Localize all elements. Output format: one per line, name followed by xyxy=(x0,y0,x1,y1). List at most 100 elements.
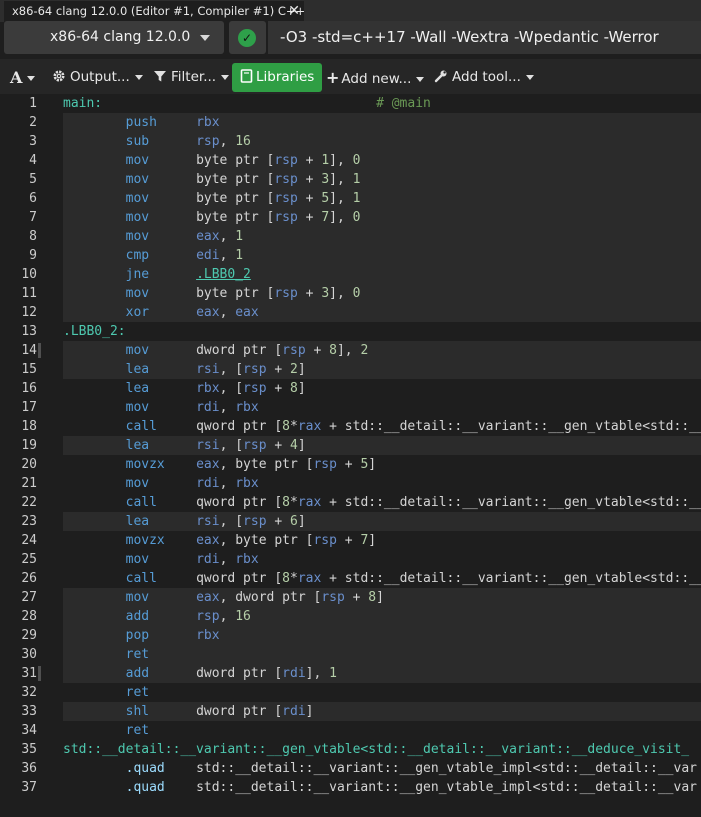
line-number: 27 xyxy=(21,590,37,605)
line-number: 7 xyxy=(29,210,37,225)
asm-line[interactable]: 4 mov byte ptr [rsp + 1], 0 xyxy=(0,151,701,170)
asm-line[interactable]: 10 jne .LBB0_2 xyxy=(0,265,701,284)
asm-line[interactable]: 8 mov eax, 1 xyxy=(0,227,701,246)
line-marker xyxy=(38,343,41,358)
asm-line[interactable]: 34 ret xyxy=(0,721,701,740)
add-tool-button[interactable]: Add tool... xyxy=(434,63,534,92)
asm-line[interactable]: 15 lea rsi, [rsp + 2] xyxy=(0,360,701,379)
asm-code: call qword ptr [8*rax + std::__detail::_… xyxy=(125,419,701,434)
asm-code: pop rbx xyxy=(125,628,220,643)
asm-code: call qword ptr [8*rax + std::__detail::_… xyxy=(125,495,701,510)
asm-line[interactable]: 3 sub rsp, 16 xyxy=(0,132,701,151)
line-number: 9 xyxy=(29,248,37,263)
asm-line[interactable]: 13 .LBB0_2: xyxy=(0,322,701,341)
asm-line[interactable]: 2 push rbx xyxy=(0,113,701,132)
output-button[interactable]: Output... xyxy=(52,63,143,92)
line-marker xyxy=(38,666,41,681)
compiler-options-input[interactable]: -O3 -std=c++17 -Wall -Wextra -Wpedantic … xyxy=(268,21,701,54)
line-number: 4 xyxy=(29,153,37,168)
line-number: 25 xyxy=(21,552,37,567)
tab-title: x86-64 clang 12.0.0 (Editor #1, Compiler… xyxy=(12,4,306,18)
asm-code: lea rsi, [rsp + 4] xyxy=(125,438,306,453)
line-number: 33 xyxy=(21,704,37,719)
line-highlight xyxy=(63,645,701,664)
asm-line[interactable]: 17 mov rdi, rbx xyxy=(0,398,701,417)
asm-code: sub rsp, 16 xyxy=(125,134,251,149)
asm-line[interactable]: 21 mov rdi, rbx xyxy=(0,474,701,493)
asm-code: add dword ptr [rdi], 1 xyxy=(125,666,337,681)
asm-line[interactable]: 37 .quad std::__detail::__variant::__gen… xyxy=(0,778,701,797)
line-number: 1 xyxy=(29,96,37,111)
asm-line[interactable]: 36 .quad std::__detail::__variant::__gen… xyxy=(0,759,701,778)
add-new-button[interactable]: + Add new... xyxy=(326,63,425,92)
line-number: 29 xyxy=(21,628,37,643)
asm-code: lea rsi, [rsp + 2] xyxy=(125,362,306,377)
asm-line[interactable]: 27 mov eax, dword ptr [rsp + 8] xyxy=(0,588,701,607)
close-icon[interactable]: ✕ xyxy=(288,1,300,22)
gear-icon xyxy=(53,70,65,82)
line-number: 18 xyxy=(21,419,37,434)
asm-line[interactable]: 33 shl dword ptr [rdi] xyxy=(0,702,701,721)
asm-line[interactable]: 30 ret xyxy=(0,645,701,664)
asm-code: push rbx xyxy=(125,115,220,130)
compiler-select[interactable]: x86-64 clang 12.0.0 xyxy=(4,21,224,54)
asm-line[interactable]: 18 call qword ptr [8*rax + std::__detail… xyxy=(0,417,701,436)
plus-icon: + xyxy=(326,68,340,87)
asm-code: mov byte ptr [rsp + 3], 1 xyxy=(125,172,361,187)
asm-line[interactable]: 29 pop rbx xyxy=(0,626,701,645)
asm-code: mov byte ptr [rsp + 3], 0 xyxy=(125,286,361,301)
assembly-output-pane[interactable]: 1 main: # @main 2 push rbx 3 sub rsp, 16 4 m… xyxy=(0,94,701,817)
line-number: 5 xyxy=(29,172,37,187)
add-new-label: Add new... xyxy=(341,71,412,87)
asm-code: mov rdi, rbx xyxy=(125,400,259,415)
asm-code: .quad std::__detail::__variant::__gen_vt… xyxy=(125,780,697,795)
asm-line[interactable]: 16 lea rbx, [rsp + 8] xyxy=(0,379,701,398)
asm-code: jne .LBB0_2 xyxy=(125,267,251,282)
asm-line[interactable]: 25 mov rdi, rbx xyxy=(0,550,701,569)
asm-line[interactable]: 35 std::__detail::__variant::__gen_vtable… xyxy=(0,740,701,759)
asm-line[interactable]: 9 cmp edi, 1 xyxy=(0,246,701,265)
book-icon xyxy=(240,69,253,83)
asm-line[interactable]: 28 add rsp, 16 xyxy=(0,607,701,626)
line-number: 34 xyxy=(21,723,37,738)
font-size-button[interactable]: A xyxy=(10,63,36,92)
line-number: 15 xyxy=(21,362,37,377)
asm-line[interactable]: 11 mov byte ptr [rsp + 3], 0 xyxy=(0,284,701,303)
asm-line[interactable]: 32 ret xyxy=(0,683,701,702)
asm-code: ret xyxy=(125,647,150,662)
output-label: Output... xyxy=(70,69,130,85)
asm-line[interactable]: 24 movzx eax, byte ptr [rsp + 7] xyxy=(0,531,701,550)
asm-line[interactable]: 6 mov byte ptr [rsp + 5], 1 xyxy=(0,189,701,208)
asm-line[interactable]: 1 main: # @main xyxy=(0,94,701,113)
asm-code: lea rsi, [rsp + 6] xyxy=(125,514,306,529)
asm-code: std::__detail::__variant::__gen_vtable<s… xyxy=(63,742,690,757)
tab-bar: x86-64 clang 12.0.0 (Editor #1, Compiler… xyxy=(0,0,701,22)
asm-code: add rsp, 16 xyxy=(125,609,251,624)
asm-line[interactable]: 23 lea rsi, [rsp + 6] xyxy=(0,512,701,531)
line-number: 19 xyxy=(21,438,37,453)
line-number: 26 xyxy=(21,571,37,586)
asm-line[interactable]: 26 call qword ptr [8*rax + std::__detail… xyxy=(0,569,701,588)
asm-line[interactable]: 5 mov byte ptr [rsp + 3], 1 xyxy=(0,170,701,189)
asm-line[interactable]: 31 add dword ptr [rdi], 1 xyxy=(0,664,701,683)
funnel-icon xyxy=(154,71,166,82)
line-number: 8 xyxy=(29,229,37,244)
libraries-label: Libraries xyxy=(256,69,315,85)
asm-code: mov rdi, rbx xyxy=(125,552,259,567)
chevron-down-icon xyxy=(27,76,36,81)
asm-code: main: # @main xyxy=(63,96,431,111)
line-number: 2 xyxy=(29,115,37,130)
line-number: 11 xyxy=(21,286,37,301)
filter-button[interactable]: Filter... xyxy=(153,63,230,92)
add-tool-label: Add tool... xyxy=(452,69,521,85)
libraries-button[interactable]: Libraries xyxy=(232,63,323,92)
asm-line[interactable]: 7 mov byte ptr [rsp + 7], 0 xyxy=(0,208,701,227)
asm-line[interactable]: 14 mov dword ptr [rsp + 8], 2 xyxy=(0,341,701,360)
asm-line[interactable]: 20 movzx eax, byte ptr [rsp + 5] xyxy=(0,455,701,474)
asm-line[interactable]: 22 call qword ptr [8*rax + std::__detail… xyxy=(0,493,701,512)
line-number: 32 xyxy=(21,685,37,700)
compile-status[interactable]: ✓ xyxy=(229,21,266,54)
asm-line[interactable]: 19 lea rsi, [rsp + 4] xyxy=(0,436,701,455)
asm-line[interactable]: 12 xor eax, eax xyxy=(0,303,701,322)
editor-tab[interactable]: x86-64 clang 12.0.0 (Editor #1, Compiler… xyxy=(4,1,306,22)
